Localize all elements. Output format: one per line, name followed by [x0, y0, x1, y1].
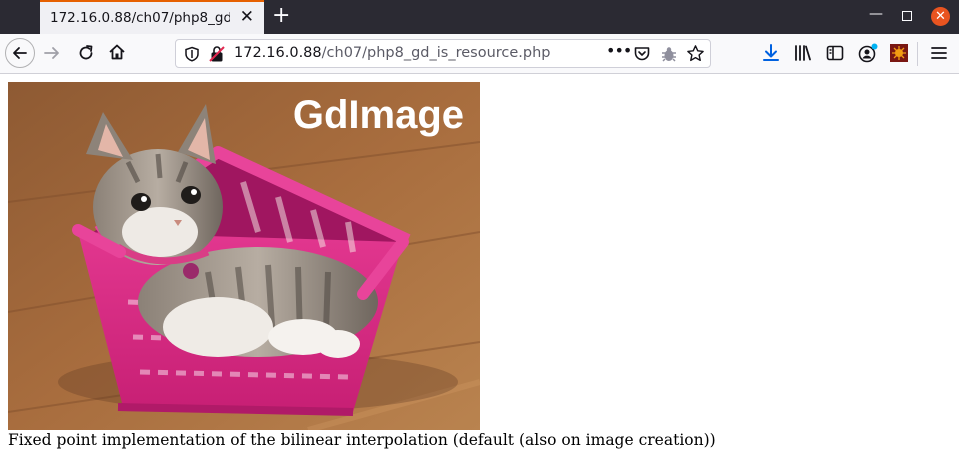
reload-button[interactable]: [76, 43, 96, 67]
tracking-shield-icon[interactable]: [184, 46, 200, 66]
new-tab-icon[interactable]: +: [272, 5, 290, 27]
bookmark-star-icon[interactable]: [686, 44, 705, 67]
url-host: 172.16.0.88: [234, 45, 322, 61]
toolbar-separator: [917, 42, 918, 66]
home-icon: [109, 44, 125, 60]
maximize-icon[interactable]: [902, 11, 912, 21]
forward-button[interactable]: [42, 43, 62, 67]
hamburger-icon: [931, 47, 947, 59]
nav-toolbar: 172.16.0.88/ch07/php8_gd_is_resource.php…: [0, 34, 959, 74]
pocket-icon[interactable]: [633, 45, 651, 67]
tab-title: 172.16.0.88/ch07/php8_gd_: [50, 10, 230, 26]
library-button[interactable]: [793, 43, 813, 67]
window-close-icon[interactable]: ✕: [931, 7, 950, 26]
kitten-photo: GdImage: [8, 82, 480, 430]
home-button[interactable]: [107, 42, 127, 66]
sidebar-icon: [826, 45, 844, 61]
bug-icon[interactable]: [660, 45, 678, 67]
sidebar-button[interactable]: [825, 43, 845, 67]
page-caption: Fixed point implementation of the biline…: [8, 431, 716, 449]
downloads-button[interactable]: [761, 43, 781, 67]
image-label: GdImage: [293, 93, 464, 137]
url-text: 172.16.0.88/ch07/php8_gd_is_resource.php: [234, 45, 551, 61]
library-icon: [795, 45, 811, 61]
back-arrow-icon: [13, 47, 27, 59]
account-button[interactable]: [857, 42, 879, 68]
tab-close-icon[interactable]: ✕: [240, 9, 254, 26]
page-actions-icon[interactable]: •••: [606, 41, 632, 60]
insecure-lock-icon[interactable]: [209, 45, 225, 67]
minimize-icon[interactable]: —: [869, 6, 883, 22]
tab-strip: 172.16.0.88/ch07/php8_gd_ ✕ + — ✕: [0, 0, 959, 34]
account-icon: [858, 43, 878, 63]
extension-icon: [890, 44, 908, 62]
url-bar[interactable]: 172.16.0.88/ch07/php8_gd_is_resource.php…: [175, 39, 711, 68]
tab-active[interactable]: 172.16.0.88/ch07/php8_gd_ ✕: [40, 0, 264, 34]
extension-button[interactable]: [889, 43, 909, 67]
download-icon: [763, 44, 779, 61]
menu-button[interactable]: [930, 44, 948, 66]
back-button[interactable]: [5, 38, 35, 68]
url-path: /ch07/php8_gd_is_resource.php: [321, 45, 551, 61]
reload-icon: [79, 45, 93, 60]
forward-arrow-icon: [44, 47, 59, 59]
